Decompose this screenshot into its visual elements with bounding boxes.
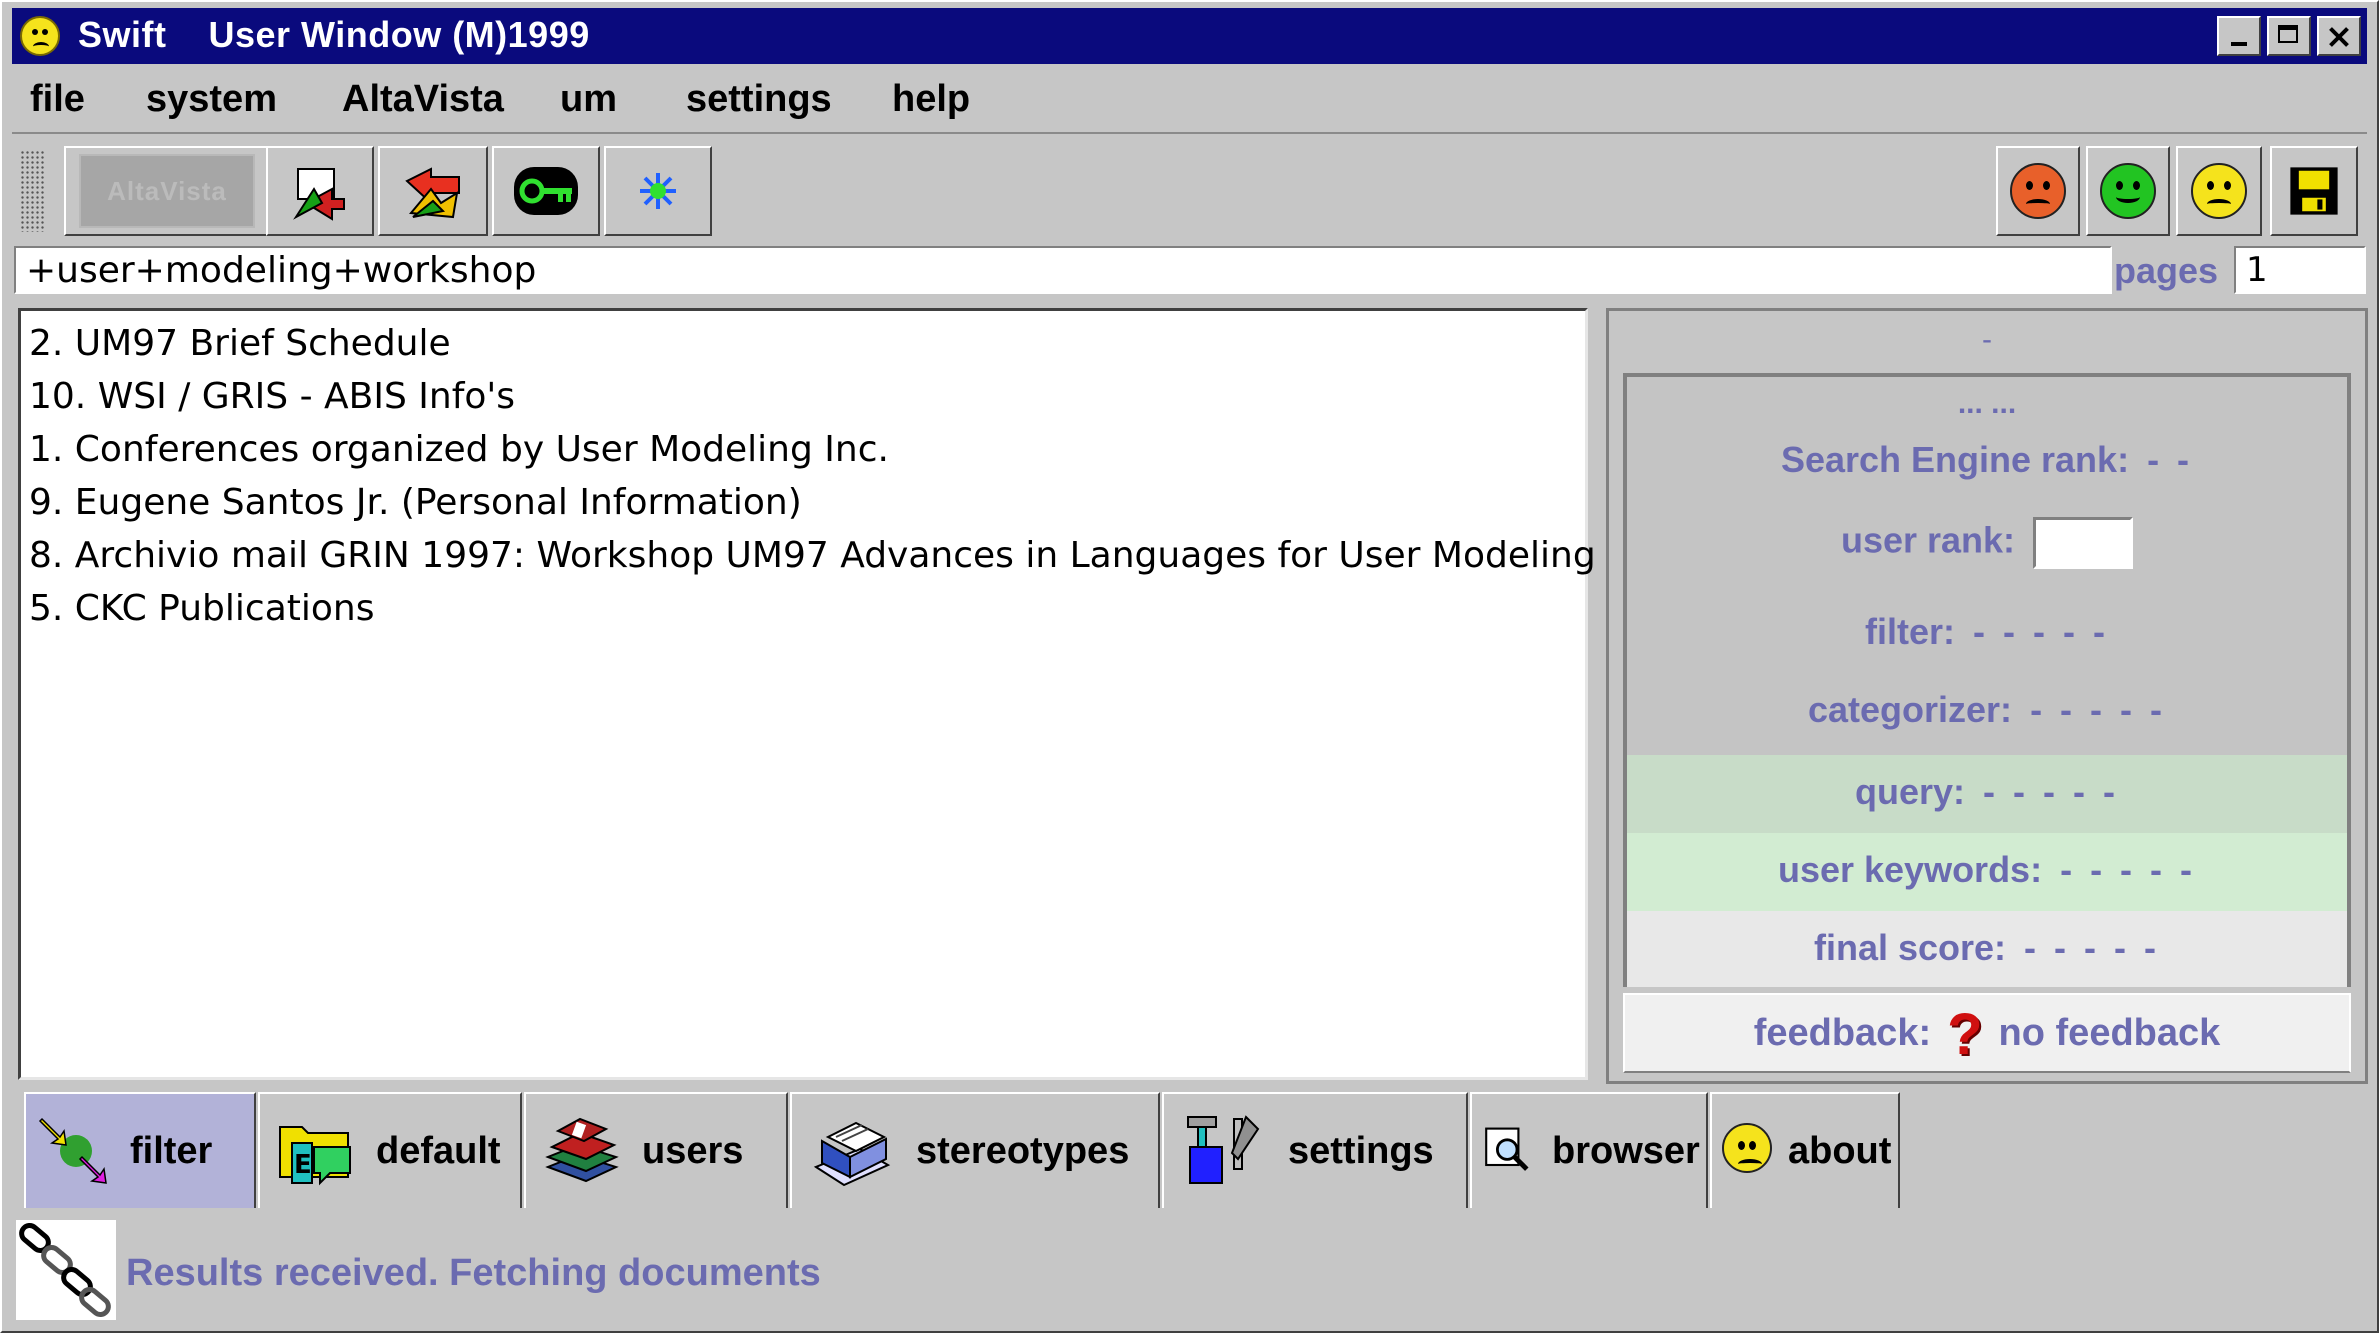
- sparkle-icon: [640, 173, 676, 209]
- menu-system[interactable]: system: [146, 78, 277, 121]
- svg-text:E: E: [294, 1150, 312, 1180]
- filter-value: - - - - -: [1973, 611, 2109, 652]
- search-engine-rank-label: Search Engine rank:: [1780, 439, 2130, 480]
- menu-um[interactable]: um: [560, 78, 617, 121]
- query-score-label: query:: [1855, 771, 1966, 812]
- tab-about[interactable]: about: [1710, 1092, 1900, 1208]
- tab-users-label: users: [642, 1129, 744, 1172]
- feedback-label: feedback:: [1753, 1012, 1932, 1054]
- angry-face-icon: [2010, 163, 2066, 219]
- categorizer-label: categorizer:: [1807, 689, 2013, 730]
- magnifier-page-icon: [1485, 1127, 1529, 1171]
- toolbar-grip[interactable]: [20, 150, 44, 232]
- search-icon: [405, 167, 460, 219]
- go-icon: [293, 168, 345, 221]
- tab-stereotypes-label: stereotypes: [916, 1129, 1130, 1172]
- app-face-icon: [20, 16, 60, 56]
- query-score-value: - - - - -: [1983, 771, 2119, 812]
- frown-feedback-button[interactable]: [2176, 146, 2262, 236]
- title-bar[interactable]: Swift User Window (M)1999: [12, 8, 2367, 64]
- final-score-row: final score: - - - - -: [1627, 927, 2347, 969]
- pages-input[interactable]: [2234, 246, 2366, 294]
- feedback-row: feedback:? no feedback: [1623, 993, 2351, 1073]
- filter-arrows-icon: [38, 1117, 107, 1184]
- tab-about-label: about: [1788, 1129, 1892, 1172]
- tools-icon: [1187, 1115, 1260, 1184]
- results-list[interactable]: 2. UM97 Brief Schedule 10. WSI / GRIS - …: [18, 308, 1596, 1080]
- categorizer-value: - - - - -: [2030, 689, 2167, 730]
- chain-link-icon: [16, 1220, 116, 1320]
- document-info-panel: - ... ... Search Engine rank: - - user ra…: [1606, 308, 2368, 1084]
- status-text: Results received. Fetching documents: [126, 1252, 821, 1294]
- result-item[interactable]: 1. Conferences organized by User Modelin…: [29, 423, 1577, 476]
- result-item[interactable]: 8. Archivio mail GRIN 1997: Workshop UM9…: [29, 529, 1596, 582]
- feedback-value: no feedback: [1998, 1012, 2221, 1054]
- smile-face-icon: [2100, 163, 2156, 219]
- pages-label: pages: [2114, 250, 2219, 291]
- tab-browser[interactable]: browser: [1470, 1092, 1708, 1208]
- info-top-dash: -: [1982, 323, 1992, 356]
- search-engine-rank-row: Search Engine rank: - -: [1627, 439, 2347, 481]
- user-keywords-value: - - - - -: [2060, 849, 2197, 890]
- status-bar: Results received. Fetching documents: [14, 1216, 2369, 1326]
- maximize-button[interactable]: [2267, 16, 2311, 56]
- go-button[interactable]: [266, 146, 374, 236]
- save-button[interactable]: [2270, 146, 2358, 236]
- result-item[interactable]: 2. UM97 Brief Schedule: [29, 317, 1577, 370]
- tab-default[interactable]: E default: [258, 1092, 522, 1208]
- books-stack-icon: [545, 1117, 619, 1183]
- about-face-icon: [1722, 1123, 1778, 1179]
- card-file-icon: [813, 1121, 891, 1187]
- key-icon: [514, 167, 578, 215]
- angry-feedback-button[interactable]: [1996, 146, 2080, 236]
- window-title: Swift User Window (M)1999: [78, 14, 590, 55]
- tab-settings[interactable]: settings: [1162, 1092, 1468, 1208]
- categorizer-row: categorizer: - - - - -: [1627, 689, 2347, 731]
- tab-browser-label: browser: [1552, 1129, 1700, 1172]
- tab-default-label: default: [376, 1129, 501, 1172]
- menu-file[interactable]: file: [30, 78, 85, 121]
- menu-settings[interactable]: settings: [686, 78, 832, 121]
- save-icon: [2290, 167, 2338, 215]
- swift-user-window: Swift User Window (M)1999 file system Al…: [0, 0, 2379, 1333]
- folder-chat-icon: E: [279, 1126, 351, 1186]
- user-rank-label: user rank:: [1840, 519, 2016, 561]
- tab-stereotypes[interactable]: stereotypes: [790, 1092, 1160, 1208]
- question-mark-icon: ?: [1947, 1001, 1983, 1067]
- result-item[interactable]: 9. Eugene Santos Jr. (Personal Informati…: [29, 476, 1577, 529]
- final-score-value: - - - - -: [2024, 927, 2160, 968]
- user-rank-row: user rank:: [1627, 517, 2347, 569]
- filter-row: filter: - - - - -: [1627, 611, 2347, 653]
- frown-face-icon: [2191, 163, 2247, 219]
- close-button[interactable]: [2317, 16, 2361, 56]
- filter-label: filter:: [1865, 611, 1956, 652]
- menu-help[interactable]: help: [892, 78, 970, 121]
- tab-users[interactable]: users: [524, 1092, 788, 1208]
- search-engine-rank-value: - -: [2147, 439, 2194, 480]
- user-keywords-row: user keywords: - - - - -: [1627, 849, 2347, 891]
- tab-filter[interactable]: filter: [24, 1092, 256, 1208]
- menu-bar: file system AltaVista um settings help: [12, 68, 2367, 134]
- menu-altavista[interactable]: AltaVista: [342, 78, 504, 121]
- key-button[interactable]: [492, 146, 600, 236]
- final-score-label: final score:: [1813, 927, 2007, 968]
- user-keywords-label: user keywords:: [1777, 849, 2043, 890]
- search-engine-logo-button[interactable]: AltaVista: [64, 146, 270, 236]
- result-item[interactable]: 10. WSI / GRIS - ABIS Info's: [29, 370, 1577, 423]
- altavista-logo: AltaVista: [79, 154, 255, 228]
- query-row: query: - - - - -: [1627, 771, 2347, 813]
- tab-settings-label: settings: [1288, 1129, 1434, 1172]
- sparkle-button[interactable]: [604, 146, 712, 236]
- user-rank-input[interactable]: [2033, 517, 2134, 569]
- search-button[interactable]: [378, 146, 488, 236]
- minimize-button[interactable]: [2217, 16, 2261, 56]
- tab-filter-label: filter: [130, 1129, 213, 1172]
- smile-feedback-button[interactable]: [2086, 146, 2170, 236]
- toolbar: AltaVista: [12, 142, 2367, 242]
- document-score-box: ... ... Search Engine rank: - - user rank…: [1623, 373, 2351, 987]
- info-header: ... ...: [1957, 387, 2017, 420]
- result-item[interactable]: 5. CKC Publications: [29, 582, 1577, 635]
- query-input[interactable]: [14, 246, 2112, 294]
